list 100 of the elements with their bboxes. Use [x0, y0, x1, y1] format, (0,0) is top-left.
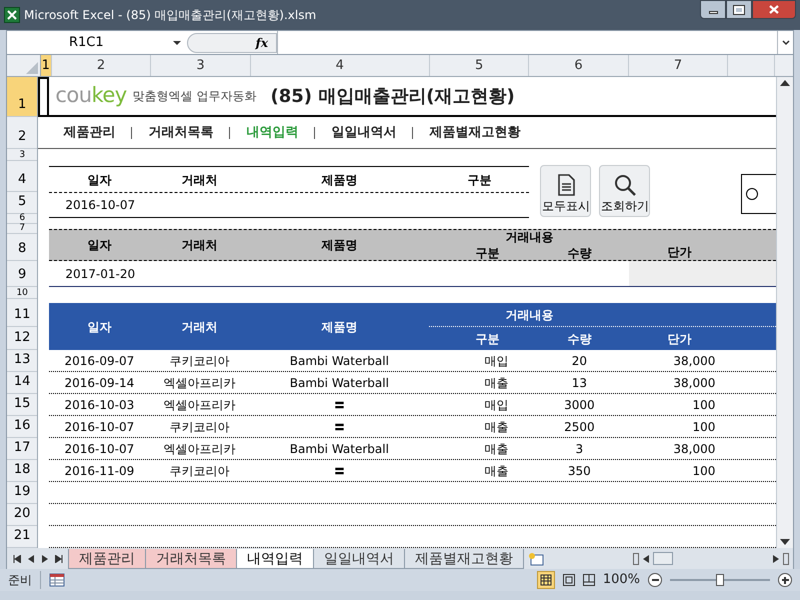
column-label: 수량 — [566, 330, 592, 348]
column-label: 제품명 — [320, 318, 358, 336]
table-cell-text: Bambi Waterball — [288, 440, 390, 458]
scroll-right-button[interactable] — [773, 554, 779, 562]
row-header[interactable]: 15 — [7, 394, 38, 416]
row-header[interactable]: 8 — [7, 234, 38, 261]
dropdown-caret-icon[interactable] — [173, 38, 181, 46]
zoom-slider[interactable] — [670, 573, 770, 587]
scroll-left-button[interactable] — [643, 554, 649, 562]
sheet-tab[interactable]: 거래처목록 — [145, 548, 237, 568]
status-text: 준비 — [8, 571, 41, 589]
scroll-down-button[interactable] — [780, 538, 790, 546]
table-cell-text: 매출 — [483, 374, 510, 392]
row-header[interactable]: 12 — [7, 327, 38, 350]
row-header[interactable]: 3 — [7, 149, 38, 161]
close-button[interactable] — [752, 0, 796, 19]
row-header[interactable]: 11 — [7, 299, 38, 327]
row-header[interactable]: 6 — [7, 214, 38, 224]
function-button[interactable]: fx — [256, 34, 268, 52]
column-label: 수량 — [566, 245, 592, 261]
page-layout-view-button[interactable] — [562, 574, 575, 586]
row-header[interactable]: 20 — [7, 504, 38, 526]
column-label: 단가 — [666, 330, 692, 348]
name-box[interactable]: R1C1 — [7, 31, 187, 54]
nav-link[interactable]: 내역입력 — [246, 122, 298, 142]
nav-link[interactable]: 제품관리 — [63, 122, 116, 142]
row-header[interactable]: 1 — [7, 77, 38, 117]
table-cell-text: 3 — [574, 440, 584, 458]
table-cell-text: 38,000 — [672, 374, 716, 392]
table-cell-text: 2016-11-09 — [63, 462, 136, 480]
search-icon — [612, 173, 637, 197]
scrollbar-thumb[interactable] — [653, 552, 673, 565]
column-label: 제품명 — [320, 172, 358, 188]
row-header[interactable]: 9 — [7, 261, 38, 287]
excel-icon — [4, 7, 20, 23]
page-break-view-button[interactable] — [582, 574, 595, 586]
table-cell-text: 엑셀아프리카 — [162, 440, 236, 458]
row-header[interactable]: 2 — [7, 117, 38, 149]
row-header[interactable]: 7 — [7, 224, 38, 234]
row-header[interactable]: 10 — [7, 287, 38, 299]
zoom-slider-thumb[interactable] — [716, 574, 724, 586]
column-header[interactable]: 1 — [40, 55, 52, 76]
first-sheet-button[interactable] — [12, 554, 21, 562]
row-header[interactable]: 13 — [7, 350, 38, 372]
table-cell-text: 100 — [691, 396, 716, 414]
table-cell-text: Bambi Waterball — [288, 374, 390, 392]
column-header[interactable]: 7 — [628, 55, 728, 76]
column-header[interactable]: 6 — [529, 55, 629, 76]
sheet-tab[interactable]: 내역입력 — [236, 548, 314, 568]
date-field[interactable]: 2017-01-20 — [49, 261, 630, 286]
row-header[interactable]: 18 — [7, 460, 38, 482]
vertical-scrollbar[interactable] — [776, 77, 793, 548]
nav-link[interactable]: 거래처목록 — [148, 122, 214, 142]
column-label: 거래처 — [180, 172, 218, 188]
zoom-out-button[interactable] — [648, 573, 662, 587]
table-cell-text: 38,000 — [672, 352, 716, 370]
radio-button[interactable] — [746, 188, 758, 200]
maximize-button[interactable] — [726, 0, 752, 19]
row-header[interactable]: 5 — [7, 192, 38, 214]
column-label: 구분 — [474, 330, 500, 348]
nav-link[interactable]: 제품별재고현황 — [429, 122, 520, 142]
row-header[interactable]: 4 — [7, 161, 38, 192]
minimize-button[interactable] — [700, 0, 726, 19]
column-header[interactable]: 5 — [430, 55, 530, 76]
column-label: 구분 — [474, 245, 500, 261]
macro-record-icon[interactable] — [49, 573, 65, 587]
normal-view-button[interactable] — [536, 571, 555, 589]
column-header[interactable]: 4 — [250, 55, 430, 76]
column-header[interactable]: 2 — [52, 55, 152, 76]
close-icon — [769, 5, 779, 14]
table-cell-text: 38,000 — [672, 440, 716, 458]
row-header[interactable]: 14 — [7, 372, 38, 394]
price-input[interactable] — [629, 261, 776, 286]
search-button[interactable]: 조회하기 — [599, 165, 650, 217]
table-cell-text: 쿠키코리아 — [168, 352, 230, 370]
table-cell-text: 매출 — [483, 418, 510, 436]
sheet-tab[interactable]: 제품별재고현황 — [404, 548, 524, 568]
nav-link[interactable]: 일일내역서 — [331, 122, 396, 142]
table-cell-text: 쿠키코리아 — [168, 418, 230, 436]
previous-sheet-button[interactable] — [28, 554, 34, 562]
column-header[interactable]: 3 — [151, 55, 251, 76]
insert-sheet-icon[interactable] — [528, 552, 546, 566]
row-header[interactable]: 17 — [7, 438, 38, 460]
scroll-up-button[interactable] — [780, 79, 790, 87]
last-sheet-button[interactable] — [55, 554, 64, 562]
column-label: 일자 — [86, 172, 112, 188]
sheet-tab[interactable]: 제품관리 — [68, 548, 146, 568]
zoom-level[interactable]: 100% — [602, 570, 640, 590]
row-header[interactable]: 16 — [7, 416, 38, 438]
table-cell-text: 100 — [691, 418, 716, 436]
date-field[interactable]: 2016-10-07 — [49, 196, 136, 214]
column-label: 일자 — [86, 237, 112, 254]
zoom-in-button[interactable] — [778, 573, 792, 587]
table-cell-text: 〓 — [332, 462, 346, 480]
next-sheet-button[interactable] — [42, 554, 48, 562]
row-header[interactable]: 19 — [7, 482, 38, 504]
show-all-button[interactable]: 모두표시 — [540, 165, 592, 217]
table-cell-text: 2500 — [563, 418, 596, 436]
chevron-down-icon — [782, 40, 790, 46]
column-label: 제품명 — [320, 237, 358, 254]
